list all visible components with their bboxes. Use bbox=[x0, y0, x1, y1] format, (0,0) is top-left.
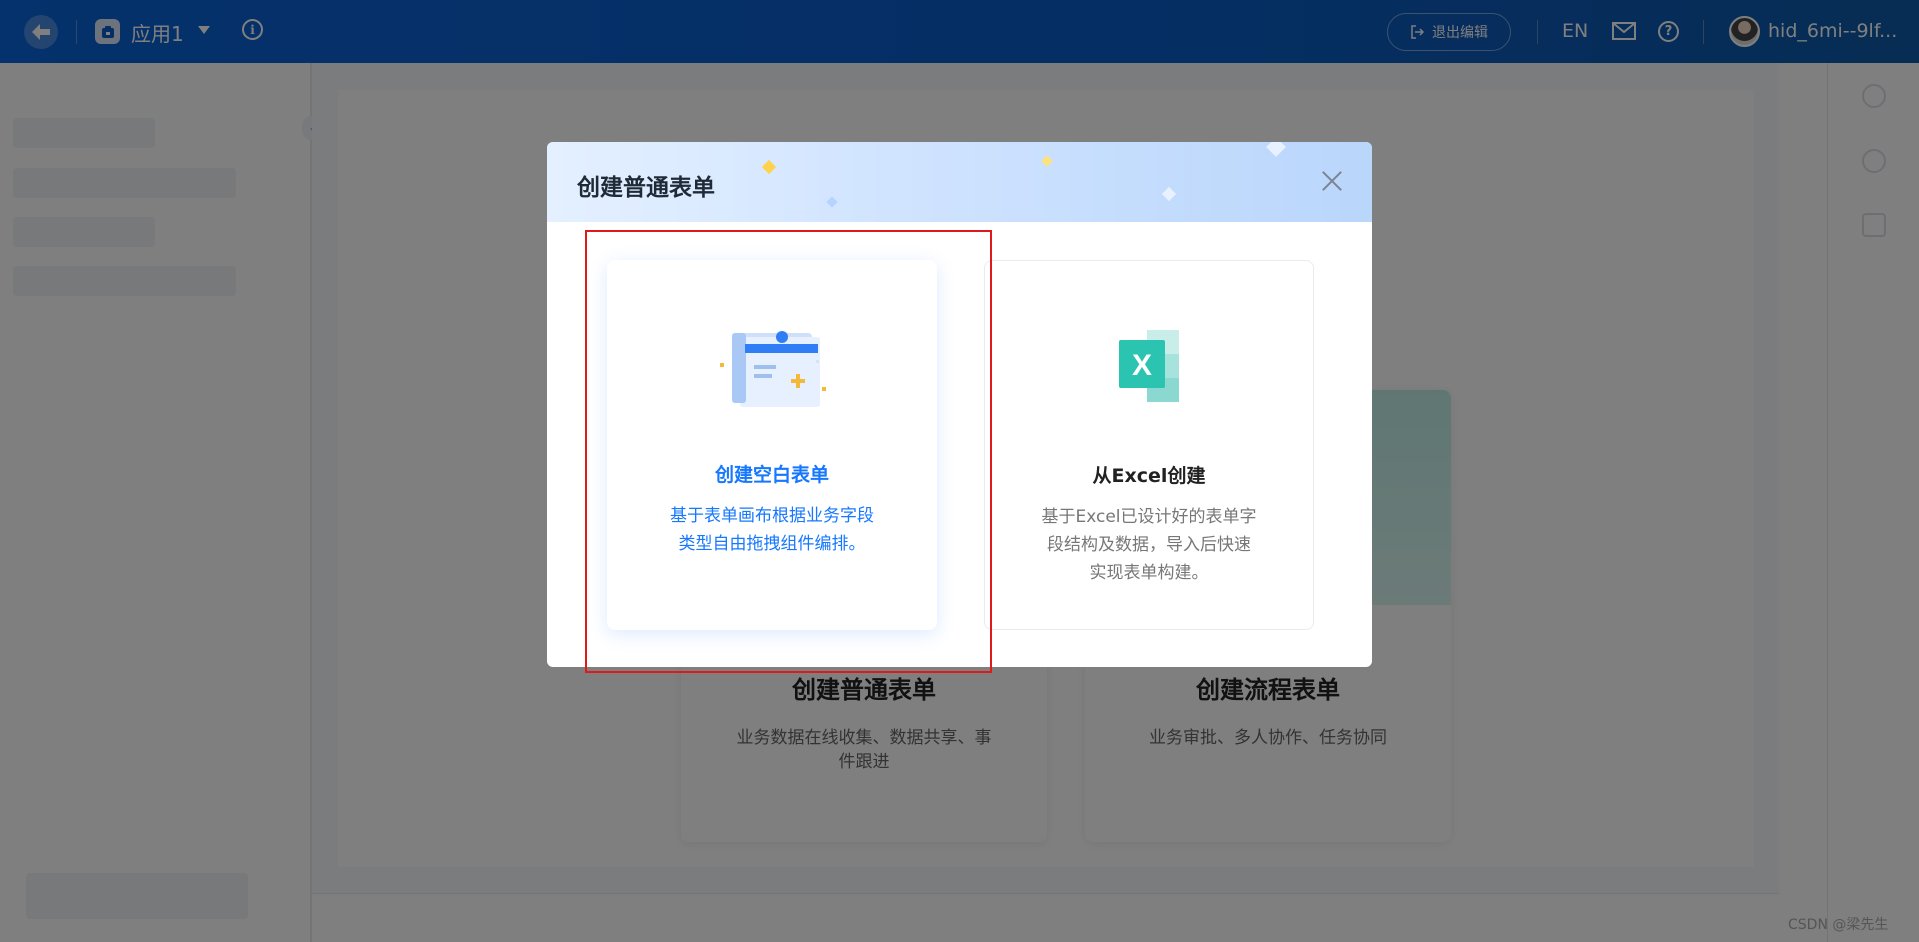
excel-icon: X bbox=[1119, 330, 1179, 402]
svg-text:X: X bbox=[1132, 349, 1152, 382]
sparkle-decoration bbox=[826, 196, 838, 208]
create-from-excel-option[interactable]: X 从Excel创建 基于Excel已设计好的表单字段结构及数据，导入后快速实现… bbox=[984, 260, 1314, 630]
sparkle-decoration bbox=[761, 159, 777, 175]
highlight-annotation bbox=[585, 230, 992, 673]
option-title: 从Excel创建 bbox=[1092, 465, 1206, 487]
modal-title: 创建普通表单 bbox=[577, 175, 715, 201]
modal-header: 创建普通表单 bbox=[547, 142, 1372, 222]
sparkle-decoration bbox=[1266, 142, 1286, 157]
sparkle-decoration bbox=[1161, 186, 1177, 202]
watermark: CSDN @梁先生 bbox=[1788, 917, 1889, 933]
close-icon[interactable] bbox=[1317, 166, 1347, 196]
option-desc: 基于Excel已设计好的表单字段结构及数据，导入后快速实现表单构建。 bbox=[1041, 507, 1257, 583]
sparkle-decoration bbox=[1041, 155, 1053, 167]
